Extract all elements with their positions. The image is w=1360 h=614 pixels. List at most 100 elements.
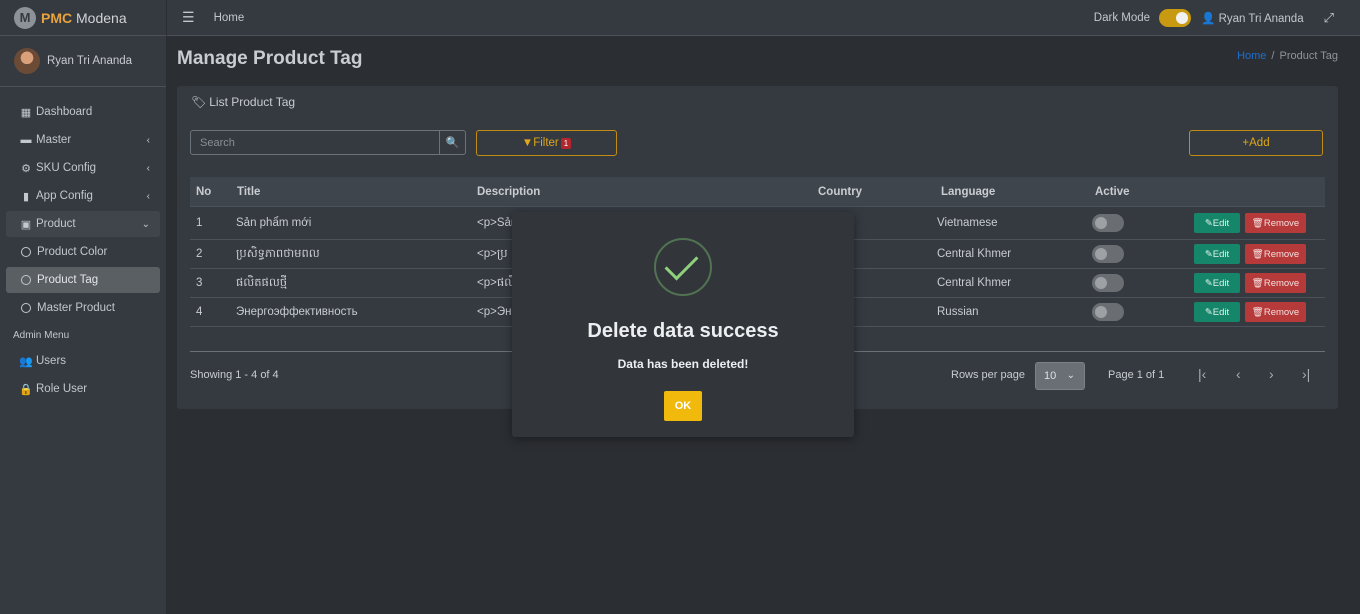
edit-button[interactable]: ✎ Edit — [1194, 302, 1240, 322]
dark-mode-toggle[interactable] — [1159, 9, 1192, 27]
sidebar-item-product[interactable]: ▣ Product ⌄ — [6, 211, 160, 237]
search-input[interactable] — [191, 131, 439, 154]
menu-icon[interactable]: ☰ — [182, 9, 195, 26]
cell-no: 2 — [196, 248, 203, 260]
header-language: Language — [941, 186, 996, 198]
cell-language: Vietnamese — [937, 217, 998, 229]
sidebar-item-dashboard[interactable]: ▦ Dashboard — [6, 99, 160, 125]
lock-icon: 🔒 — [19, 383, 33, 396]
add-button[interactable]: + Add — [1189, 130, 1323, 156]
page-info: Page 1 of 1 — [1108, 369, 1165, 381]
ok-button[interactable]: OK — [664, 391, 702, 421]
sidebar-item-sku-config[interactable]: ⚙ SKU Config ‹ — [6, 155, 160, 181]
search-icon[interactable]: 🔍 — [439, 131, 465, 154]
chevron-down-icon: ⌄ — [141, 218, 150, 230]
sidebar-item-app-config[interactable]: ▮ App Config ‹ — [6, 183, 160, 209]
sidebar-item-users[interactable]: 👥 Users — [6, 348, 160, 374]
top-home-link[interactable]: Home — [214, 12, 245, 24]
plus-icon: + — [1242, 137, 1250, 149]
success-dialog: Delete data success Data has been delete… — [512, 212, 854, 437]
user-icon: 👤 — [1201, 13, 1219, 25]
next-page-icon[interactable]: › — [1269, 366, 1274, 382]
filter-button[interactable]: ▼ Filter 1 — [476, 130, 617, 156]
first-page-icon[interactable]: |‹ — [1198, 366, 1206, 382]
edit-icon: ✎ — [1204, 217, 1213, 229]
cell-actions: ✎ Edit 🗑 Remove — [1194, 298, 1306, 326]
cell-actions: ✎ Edit 🗑 Remove — [1194, 240, 1306, 268]
brand-logo: M — [14, 6, 36, 29]
cell-title: Энергоэффективность — [236, 306, 358, 318]
last-page-icon[interactable]: ›| — [1302, 366, 1310, 382]
breadcrumb: Home / Product Tag — [1237, 50, 1338, 62]
chevron-left-icon: ‹ — [146, 134, 150, 146]
topbar: ☰ Home Dark Mode 👤 Ryan Tri Ananda ⤢ — [167, 0, 1360, 36]
sidebar-item-product-color[interactable]: Product Color — [6, 239, 160, 265]
sidebar-user-name: Ryan Tri Ananda — [47, 55, 133, 67]
edit-icon: ✎ — [1204, 277, 1213, 289]
cell-actions: ✎ Edit 🗑 Remove — [1194, 207, 1306, 239]
brand-name: PMC Modena — [41, 9, 127, 26]
remove-button[interactable]: 🗑 Remove — [1245, 244, 1306, 264]
active-toggle[interactable] — [1092, 214, 1124, 232]
header-country: Country — [818, 186, 863, 198]
active-toggle[interactable] — [1092, 274, 1124, 292]
sidebar: M PMC Modena Ryan Tri Ananda ▦ Dashboard… — [0, 0, 167, 614]
edit-button[interactable]: ✎ Edit — [1194, 213, 1240, 233]
circle-icon — [21, 247, 31, 257]
chevron-left-icon: ‹ — [146, 162, 150, 174]
edit-icon: ✎ — [1204, 248, 1213, 260]
circle-icon — [21, 275, 31, 285]
remove-button[interactable]: 🗑 Remove — [1245, 302, 1306, 322]
sidebar-item-master-product[interactable]: Master Product — [6, 295, 160, 321]
box-icon: ▣ — [20, 218, 32, 231]
breadcrumb-home[interactable]: Home — [1237, 50, 1266, 62]
showing-count: Showing 1 - 4 of 4 — [190, 369, 279, 381]
header-no: No — [196, 186, 212, 198]
dialog-title: Delete data success — [587, 320, 779, 342]
cell-language: Russian — [937, 306, 979, 318]
users-icon: 👥 — [19, 355, 33, 368]
cell-language: Central Khmer — [937, 248, 1012, 260]
fullscreen-icon[interactable]: ⤢ — [1324, 10, 1334, 26]
brand[interactable]: M PMC Modena — [0, 0, 166, 36]
topbar-right: Dark Mode 👤 Ryan Tri Ananda ⤢ — [1094, 0, 1360, 36]
edit-button[interactable]: ✎ Edit — [1194, 273, 1240, 293]
rows-per-page-select[interactable]: 10 ⌄ — [1035, 362, 1085, 390]
avatar — [14, 48, 40, 74]
cell-no: 4 — [196, 306, 203, 318]
mobile-icon: ▮ — [22, 190, 30, 203]
trash-icon: 🗑 — [1251, 306, 1264, 318]
user-panel[interactable]: Ryan Tri Ananda — [0, 36, 166, 87]
remove-button[interactable]: 🗑 Remove — [1245, 273, 1306, 293]
dark-mode-label: Dark Mode — [1093, 12, 1151, 24]
admin-menu-header: Admin Menu — [13, 329, 70, 341]
header-title: Title — [237, 186, 261, 198]
edit-icon: ✎ — [1204, 306, 1213, 318]
sidebar-item-role-user[interactable]: 🔒 Role User — [6, 376, 160, 402]
page-title: Manage Product Tag — [177, 48, 363, 69]
active-toggle[interactable] — [1092, 303, 1124, 321]
cell-language: Central Khmer — [937, 277, 1012, 289]
cell-no: 3 — [196, 277, 203, 289]
trash-icon: 🗑 — [1251, 217, 1264, 229]
cell-title: Sản phẩm mới — [236, 217, 312, 229]
header-active: Active — [1095, 186, 1130, 198]
grid-icon: ▦ — [20, 106, 32, 119]
sidebar-item-master[interactable]: ▬ Master ‹ — [6, 127, 160, 153]
active-toggle[interactable] — [1092, 245, 1124, 263]
breadcrumb-current: Product Tag — [1279, 50, 1338, 62]
filter-icon: ▼ — [521, 137, 534, 149]
chevron-left-icon: ‹ — [146, 190, 150, 202]
remove-button[interactable]: 🗑 Remove — [1245, 213, 1306, 233]
cell-active — [1092, 240, 1124, 268]
prev-page-icon[interactable]: ‹ — [1236, 366, 1241, 382]
cell-active — [1092, 207, 1124, 239]
sidebar-item-product-tag[interactable]: Product Tag — [6, 267, 160, 293]
search-box: 🔍 — [190, 130, 466, 155]
card-title: 🏷 List Product Tag — [191, 95, 296, 109]
cell-active — [1092, 269, 1124, 297]
top-user-menu[interactable]: 👤 Ryan Tri Ananda — [1201, 11, 1304, 25]
cell-no: 1 — [196, 217, 203, 229]
cell-active — [1092, 298, 1124, 326]
edit-button[interactable]: ✎ Edit — [1194, 244, 1240, 264]
